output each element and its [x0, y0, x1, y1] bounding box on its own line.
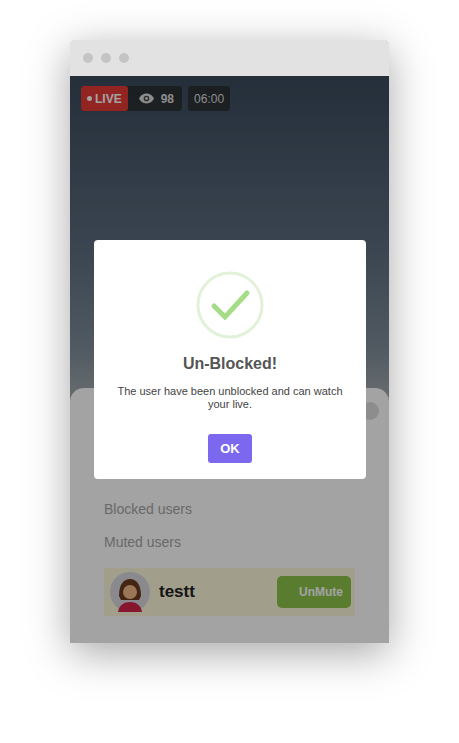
- ok-button[interactable]: OK: [208, 434, 252, 463]
- dialog-message: The user have been unblocked and can wat…: [108, 385, 352, 411]
- title-bar: [70, 40, 389, 76]
- dialog-title: Un-Blocked!: [183, 355, 277, 373]
- window-dot[interactable]: [101, 53, 111, 63]
- window-dot[interactable]: [119, 53, 129, 63]
- live-view: LIVE 98 06:00 Blocked usersMuted users t…: [70, 76, 389, 643]
- check-icon: [195, 270, 265, 340]
- window-dot[interactable]: [83, 53, 93, 63]
- page: LIVE 98 06:00 Blocked usersMuted users t…: [0, 0, 459, 743]
- browser-window: LIVE 98 06:00 Blocked usersMuted users t…: [70, 40, 389, 643]
- success-dialog: Un-Blocked! The user have been unblocked…: [94, 240, 366, 479]
